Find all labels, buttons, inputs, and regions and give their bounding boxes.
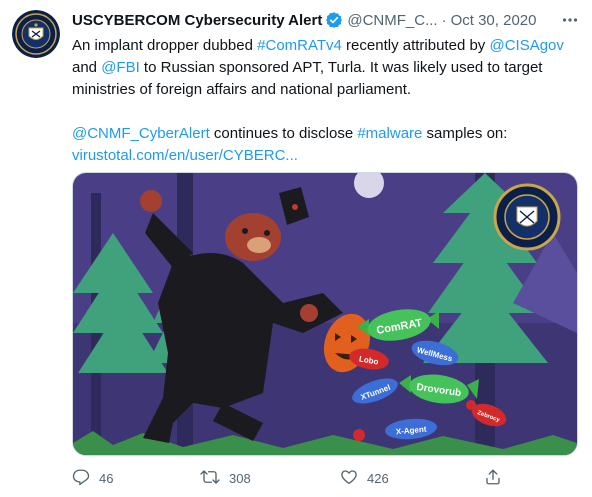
avatar[interactable]	[12, 10, 60, 58]
text-segment: An implant dropper dubbed	[72, 37, 258, 54]
tweet[interactable]: USCYBERCOM Cybersecurity Alert @CNMF_C..…	[0, 0, 592, 497]
reply-count: 46	[99, 470, 114, 486]
share-button[interactable]	[484, 466, 502, 490]
mention-cisagov[interactable]: @CISAgov	[489, 37, 563, 54]
text-segment: to Russian sponsored APT, Turla. It was …	[72, 59, 543, 98]
virustotal-link[interactable]: virustotal.com/en/user/CYBERC...	[72, 147, 298, 164]
more-options-icon[interactable]	[560, 10, 580, 30]
tweet-header: USCYBERCOM Cybersecurity Alert @CNMF_C..…	[72, 9, 580, 31]
retweet-icon	[200, 468, 220, 489]
share-icon	[484, 468, 502, 489]
tweet-paragraph-2: @CNMF_CyberAlert continues to disclose #…	[72, 123, 578, 167]
separator-dot: ·	[441, 11, 447, 29]
author-handle[interactable]: @CNMF_C...	[347, 12, 437, 29]
mention-cnmf-cyberalert[interactable]: @CNMF_CyberAlert	[72, 125, 210, 142]
text-segment: samples on:	[422, 125, 508, 142]
tweet-actions: 46 308 426	[72, 466, 578, 490]
bear-illustration: ComRAT Lobo WellMess XTunnel Drovorub X-…	[73, 173, 577, 455]
mention-fbi[interactable]: @FBI	[101, 59, 140, 76]
like-count: 426	[367, 470, 389, 486]
like-button[interactable]: 426	[340, 466, 389, 490]
cyber-command-seal-icon	[12, 10, 60, 58]
text-segment: and	[72, 59, 102, 76]
tweet-date[interactable]: Oct 30, 2020	[451, 12, 537, 29]
reply-icon	[72, 468, 90, 489]
retweet-count: 308	[229, 470, 251, 486]
hashtag-comratv4[interactable]: #ComRATv4	[257, 37, 342, 54]
verified-badge-icon	[325, 11, 343, 29]
cyber-mission-seal-icon	[493, 183, 561, 251]
tweet-paragraph-1: An implant dropper dubbed #ComRATv4 rece…	[72, 35, 578, 101]
hashtag-malware[interactable]: #malware	[357, 125, 422, 142]
heart-icon	[340, 468, 358, 489]
author-name[interactable]: USCYBERCOM Cybersecurity Alert	[72, 12, 322, 29]
tweet-image[interactable]: ComRAT Lobo WellMess XTunnel Drovorub X-…	[72, 172, 578, 456]
retweet-button[interactable]: 308	[200, 466, 251, 490]
reply-button[interactable]: 46	[72, 466, 113, 490]
text-segment: continues to disclose	[209, 125, 358, 142]
tweet-text: An implant dropper dubbed #ComRATv4 rece…	[72, 35, 578, 167]
text-segment: recently attributed by	[341, 37, 490, 54]
